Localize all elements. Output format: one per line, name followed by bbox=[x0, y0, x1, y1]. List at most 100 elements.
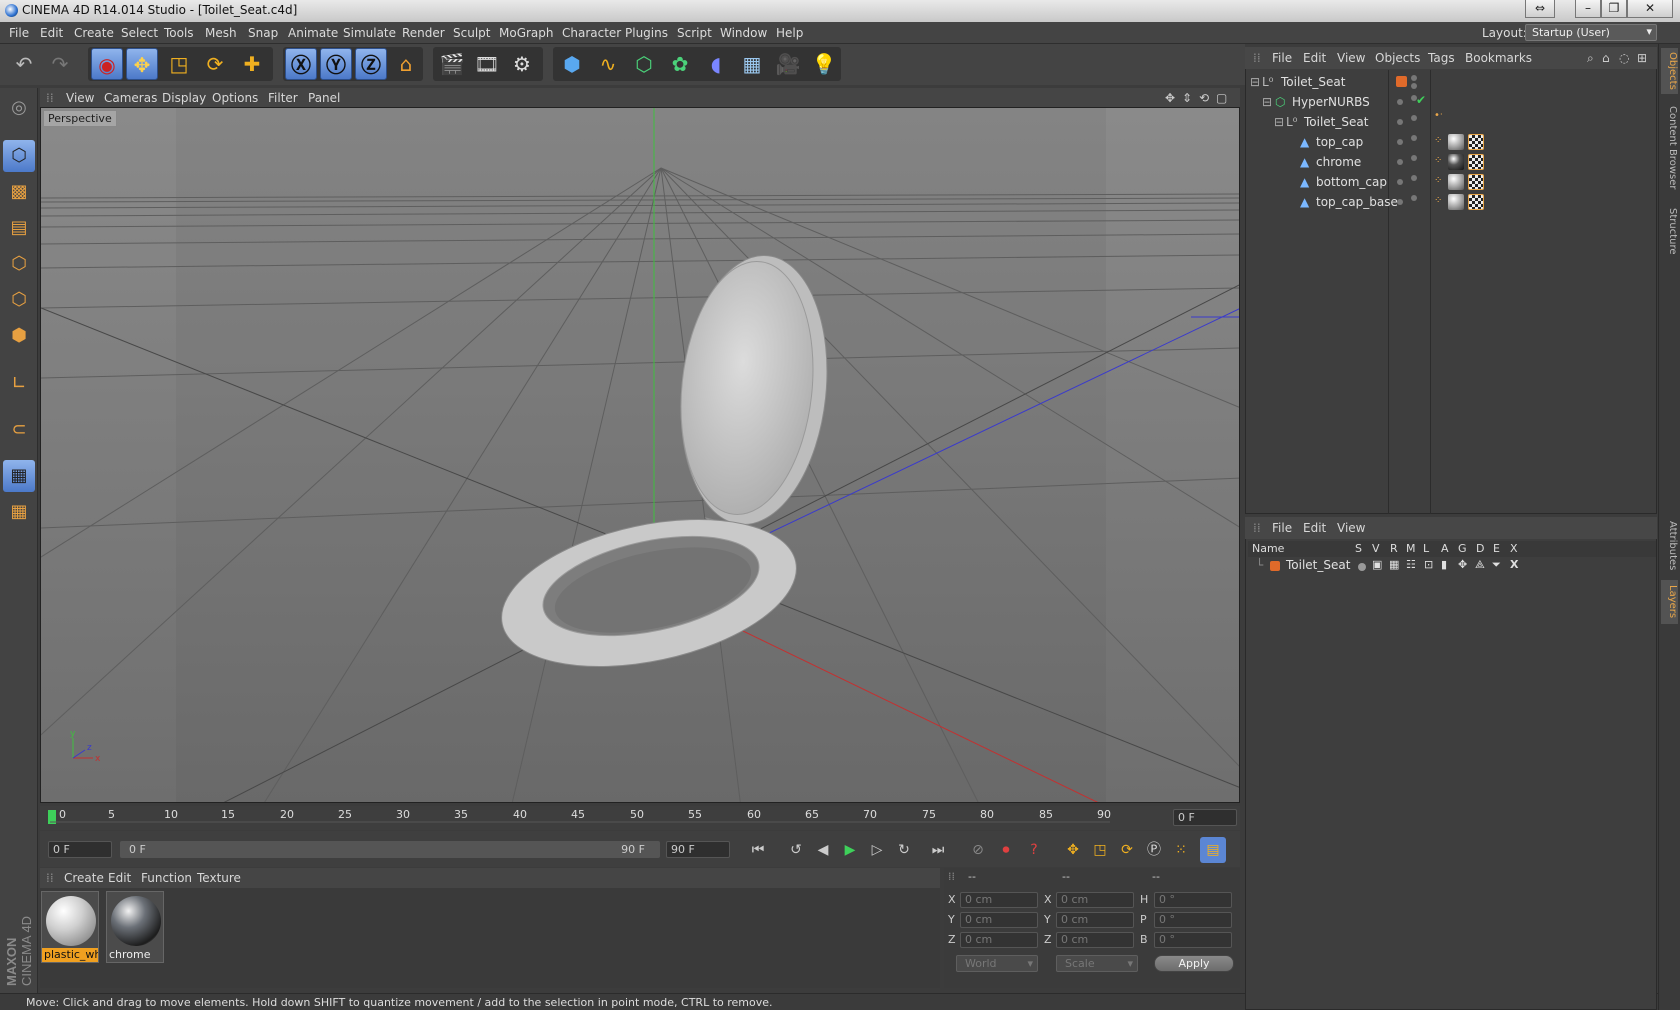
redo-icon[interactable]: ↷ bbox=[44, 48, 76, 80]
deformer-icon[interactable]: ⟁ bbox=[1475, 558, 1485, 572]
render-visibility-dot[interactable] bbox=[1411, 195, 1417, 201]
layer-row-toilet-seat[interactable]: └ Toilet_Seat ▣ ▦ ☷ ⊡ ▮ ✥ ⟁ ⏷ X bbox=[1248, 557, 1656, 575]
frame-range-slider[interactable]: 0 F 90 F bbox=[120, 841, 660, 858]
play-icon[interactable]: ▶ bbox=[837, 837, 863, 863]
collapse-icon[interactable]: ⊟ bbox=[1250, 75, 1260, 89]
obj-menu-view[interactable]: View bbox=[1337, 51, 1365, 65]
render-visibility-dot[interactable] bbox=[1411, 83, 1417, 89]
material-tag-icon[interactable] bbox=[1448, 194, 1464, 210]
timeline-layout-icon[interactable]: ▤ bbox=[1200, 837, 1226, 863]
column-view[interactable]: V bbox=[1372, 542, 1380, 555]
menu-script[interactable]: Script bbox=[677, 26, 712, 40]
axis-mode-icon[interactable]: ∟ bbox=[3, 368, 35, 400]
render-picture-viewer-icon[interactable]: 🎞 bbox=[471, 48, 503, 80]
perspective-viewport[interactable]: y x z Perspective bbox=[40, 107, 1240, 803]
position-y-field[interactable]: 0 cm bbox=[960, 912, 1038, 928]
menu-plugins[interactable]: Plugins bbox=[625, 26, 668, 40]
size-mode-select[interactable]: Scale ▾ bbox=[1056, 955, 1138, 972]
current-frame-field[interactable]: 0 F bbox=[1173, 809, 1237, 826]
tab-structure[interactable]: Structure bbox=[1661, 202, 1678, 260]
size-x-field[interactable]: 0 cm bbox=[1056, 892, 1134, 908]
object-row-toilet-seat-root[interactable]: ⊟ L⁰ Toilet_Seat bbox=[1248, 72, 1656, 92]
editor-visibility-dot[interactable] bbox=[1397, 159, 1403, 165]
home-icon[interactable]: ⌂ bbox=[1602, 51, 1610, 65]
undo-icon[interactable]: ↶ bbox=[8, 48, 40, 80]
column-manager[interactable]: M bbox=[1406, 542, 1416, 555]
snap-magnet-icon[interactable]: ⊂ bbox=[3, 414, 35, 446]
edges-mode-icon[interactable]: ⬡ bbox=[3, 284, 35, 316]
layer-color-swatch[interactable] bbox=[1270, 561, 1280, 571]
editor-visibility-dot[interactable] bbox=[1397, 99, 1403, 105]
uvw-tag-icon[interactable] bbox=[1468, 154, 1484, 170]
material-menu-function[interactable]: Function bbox=[141, 871, 192, 885]
restore-layout-icon[interactable]: ⇔ bbox=[1525, 0, 1555, 18]
editor-visibility-dot[interactable] bbox=[1397, 199, 1403, 205]
column-expressions[interactable]: E bbox=[1493, 542, 1500, 555]
phong-tag-icon[interactable]: ⁘ bbox=[1434, 175, 1442, 186]
material-tag-icon[interactable] bbox=[1448, 134, 1464, 150]
model-mode-icon[interactable]: ⬡ bbox=[3, 140, 35, 172]
viewport-menu-filter[interactable]: Filter bbox=[268, 91, 298, 105]
menu-character[interactable]: Character bbox=[562, 26, 621, 40]
menu-select[interactable]: Select bbox=[121, 26, 158, 40]
column-render[interactable]: R bbox=[1390, 542, 1398, 555]
key-rotation-icon[interactable]: ⟳ bbox=[1114, 837, 1140, 863]
render-visibility-dot[interactable] bbox=[1411, 115, 1417, 121]
material-tag-icon[interactable] bbox=[1448, 174, 1464, 190]
viewport-menu-display[interactable]: Display bbox=[162, 91, 206, 105]
layer-menu-edit[interactable]: Edit bbox=[1303, 521, 1326, 535]
material-menu-edit[interactable]: Edit bbox=[108, 871, 131, 885]
uvw-tag-icon[interactable] bbox=[1468, 174, 1484, 190]
key-scale-icon[interactable]: ◳ bbox=[1087, 837, 1113, 863]
search-icon[interactable]: ⌕ bbox=[1587, 51, 1594, 66]
generator-icon[interactable]: ✥ bbox=[1458, 558, 1467, 571]
collapse-icon[interactable]: ⊟ bbox=[1262, 95, 1272, 109]
object-row-top-cap[interactable]: ▲ top_cap ⁘ bbox=[1248, 132, 1656, 152]
previous-key-icon[interactable]: ↺ bbox=[783, 837, 809, 863]
object-row-bottom-cap[interactable]: ▲ bottom_cap ⁘ bbox=[1248, 172, 1656, 192]
viewport-maximize-icon[interactable]: ▢ bbox=[1216, 91, 1227, 105]
menu-window[interactable]: Window bbox=[720, 26, 767, 40]
menu-edit[interactable]: Edit bbox=[40, 26, 63, 40]
spline-pen-icon[interactable]: ∿ bbox=[592, 48, 624, 80]
viewport-zoom-icon[interactable]: ⇕ bbox=[1182, 91, 1192, 105]
enabled-check-icon[interactable]: ✔ bbox=[1416, 93, 1426, 107]
make-editable-icon[interactable]: ◎ bbox=[3, 92, 35, 124]
rotate-tool-icon[interactable]: ⟳ bbox=[199, 48, 231, 80]
tab-objects[interactable]: Objects bbox=[1661, 48, 1678, 94]
maximize-button[interactable]: ❐ bbox=[1601, 0, 1627, 18]
obj-menu-objects[interactable]: Objects bbox=[1375, 51, 1420, 65]
recent-tool-icon[interactable]: ✚ bbox=[236, 48, 268, 80]
z-axis-lock-icon[interactable]: Ⓩ bbox=[355, 48, 387, 80]
array-icon[interactable]: ✿ bbox=[664, 48, 696, 80]
phong-tag-icon[interactable]: ⁘ bbox=[1434, 195, 1442, 206]
apply-button[interactable]: Apply bbox=[1154, 955, 1234, 972]
menu-file[interactable]: File bbox=[9, 26, 29, 40]
move-tool-icon[interactable]: ✥ bbox=[126, 48, 158, 80]
autokey-icon[interactable]: ⏺ bbox=[993, 837, 1019, 863]
workplane-mode-icon[interactable]: ▤ bbox=[3, 212, 35, 244]
phong-tag-icon[interactable]: ⁘ bbox=[1434, 135, 1442, 146]
menu-mograph[interactable]: MoGraph bbox=[499, 26, 554, 40]
uvw-tag-icon[interactable] bbox=[1468, 194, 1484, 210]
viewport-move-icon[interactable]: ✥ bbox=[1165, 91, 1175, 105]
column-animation[interactable]: A bbox=[1441, 542, 1449, 555]
layer-menu-file[interactable]: File bbox=[1272, 521, 1292, 535]
object-row-chrome[interactable]: ▲ chrome ⁘ bbox=[1248, 152, 1656, 172]
material-menu-texture[interactable]: Texture bbox=[197, 871, 241, 885]
render-visibility-dot[interactable] bbox=[1411, 155, 1417, 161]
size-z-field[interactable]: 0 cm bbox=[1056, 932, 1134, 948]
tab-content-browser[interactable]: Content Browser bbox=[1661, 98, 1678, 198]
viewport-rotate-icon[interactable]: ⟲ bbox=[1199, 91, 1209, 105]
column-deformers[interactable]: D bbox=[1476, 542, 1484, 555]
column-xref[interactable]: X bbox=[1510, 542, 1518, 555]
expression-icon[interactable]: ⏷ bbox=[1492, 558, 1501, 572]
menu-tools[interactable]: Tools bbox=[164, 26, 194, 40]
viewport-menu-view[interactable]: View bbox=[66, 91, 94, 105]
viewport-menu-cameras[interactable]: Cameras bbox=[104, 91, 157, 105]
collapse-icon[interactable]: ⊟ bbox=[1274, 115, 1284, 129]
tab-attributes[interactable]: Attributes bbox=[1661, 516, 1678, 576]
layout-select[interactable]: Startup (User) ▾ bbox=[1525, 24, 1657, 41]
render-settings-icon[interactable]: ⚙ bbox=[506, 48, 538, 80]
key-parameter-icon[interactable]: Ⓟ bbox=[1141, 837, 1167, 863]
